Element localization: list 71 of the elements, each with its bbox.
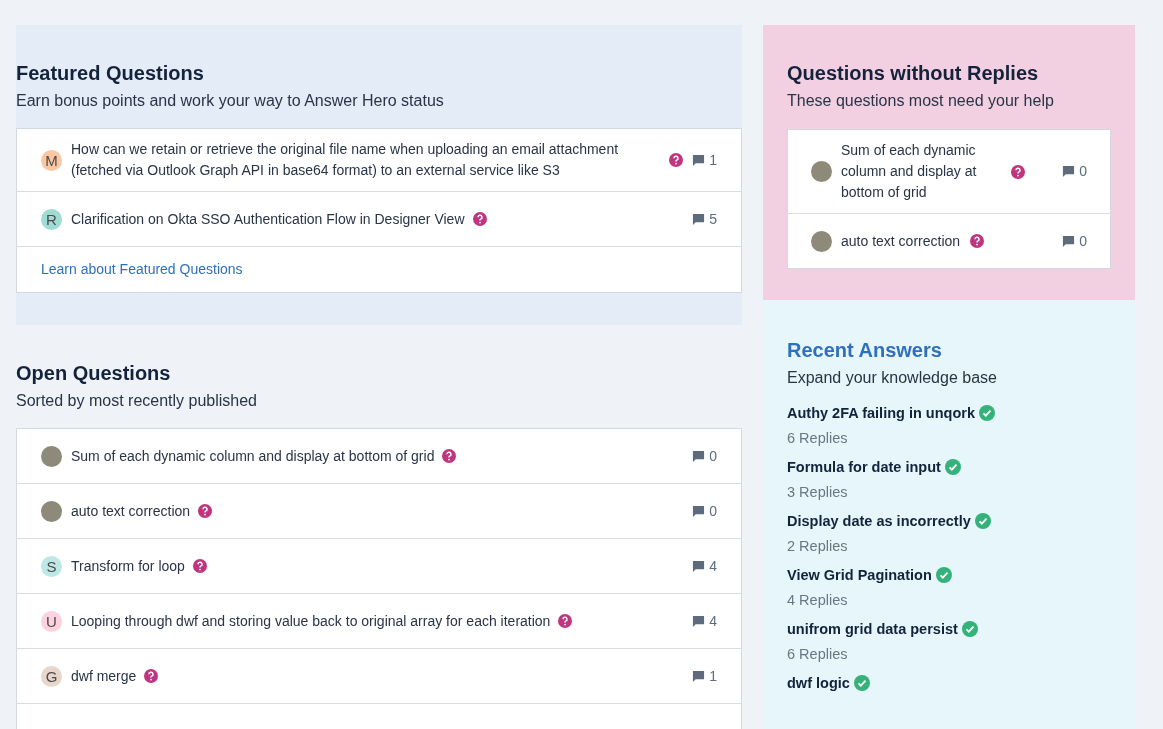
check-icon: [961, 621, 978, 637]
learn-link[interactable]: Learn about Featured Questions: [41, 259, 243, 280]
section-title: Featured Questions: [16, 61, 205, 86]
reply-count: 0: [1079, 231, 1087, 251]
question-link[interactable]: auto text correction: [841, 230, 961, 252]
section-subtitle: Earn bonus points and work your way to Answer Hero status: [16, 91, 445, 111]
avatar-placeholder: [41, 445, 62, 467]
reply-count: 1: [709, 666, 717, 686]
check-icon: [935, 567, 952, 583]
reply-count: 5: [709, 209, 717, 229]
letter-avatar: U: [41, 610, 62, 632]
question-mark-icon: [192, 559, 207, 573]
question-link[interactable]: Clarification on Okta SSO Authentication Flow in Designer View: [71, 208, 465, 230]
comment-icon: [692, 669, 706, 683]
check-icon: [853, 675, 870, 691]
avatar-placeholder: [811, 230, 832, 252]
section-title: Recent Answers: [787, 338, 943, 363]
question-link[interactable]: Sum of each dynamic column and display at bottom of grid: [841, 140, 1001, 203]
answer-link[interactable]: View Grid Pagination: [787, 565, 932, 585]
question-mark-icon: [144, 669, 159, 683]
section-title: Questions without Replies: [787, 61, 1040, 86]
section-subtitle: These questions most need your help: [787, 91, 1055, 111]
letter-avatar: M: [41, 149, 62, 171]
reply-count: 1: [709, 150, 717, 170]
avatar-placeholder: [811, 161, 832, 182]
question-mark-icon: [1011, 164, 1025, 179]
question-link[interactable]: How can we retain or retrieve the original file name when uploading an email attachment (fetched via Outlook Graph API in base64 format) to an external service like S3: [71, 139, 662, 181]
reply-count: 0: [1079, 162, 1087, 181]
avatar-placeholder: [41, 500, 62, 522]
check-icon: [944, 459, 961, 475]
question-link[interactable]: auto text correction: [71, 500, 191, 522]
reply-count: 4 Replies: [787, 591, 849, 610]
question-link[interactable]: Sum of each dynamic column and display at bottom of grid: [71, 445, 435, 467]
reply-count: 4: [709, 556, 717, 576]
letter-avatar: G: [41, 665, 62, 687]
comment-icon: [692, 559, 706, 573]
reply-count: 6 Replies: [787, 645, 849, 664]
question-link[interactable]: dwf merge: [71, 665, 137, 687]
comment-icon: [692, 449, 706, 463]
question-mark-icon: [669, 153, 684, 167]
question-mark-icon: [442, 449, 457, 463]
question-link[interactable]: Transform for loop: [71, 555, 185, 577]
comment-icon: [692, 504, 706, 518]
comment-icon: [692, 614, 706, 628]
comment-icon: [1062, 165, 1076, 178]
reply-count: 0: [709, 501, 717, 521]
comment-icon: [692, 212, 706, 226]
answer-link[interactable]: Display date as incorrectly: [787, 511, 971, 531]
comment-icon: [692, 153, 706, 167]
answer-link[interactable]: unifrom grid data persist: [787, 619, 958, 639]
letter-avatar: R: [41, 208, 62, 230]
section-subtitle: Sorted by most recently published: [16, 391, 258, 411]
reply-count: 3 Replies: [787, 483, 849, 502]
question-mark-icon: [970, 234, 985, 248]
reply-count: 4: [709, 611, 717, 631]
answer-link[interactable]: dwf logic: [787, 673, 850, 693]
check-icon: [978, 405, 995, 421]
question-link[interactable]: Looping through dwf and storing value back to original array for each iteration: [71, 610, 551, 632]
letter-avatar: S: [41, 555, 62, 577]
section-subtitle: Expand your knowledge base: [787, 368, 998, 388]
question-mark-icon: [198, 504, 213, 518]
answer-link[interactable]: Formula for date input: [787, 457, 941, 477]
reply-count: 2 Replies: [787, 537, 849, 556]
comment-icon: [1062, 234, 1076, 248]
reply-count: 0: [709, 446, 717, 466]
answer-link[interactable]: Authy 2FA failing in unqork: [787, 403, 975, 423]
question-mark-icon: [558, 614, 573, 628]
check-icon: [974, 513, 991, 529]
section-title: Open Questions: [16, 361, 172, 386]
reply-count: 6 Replies: [787, 429, 849, 448]
question-mark-icon: [472, 212, 487, 226]
